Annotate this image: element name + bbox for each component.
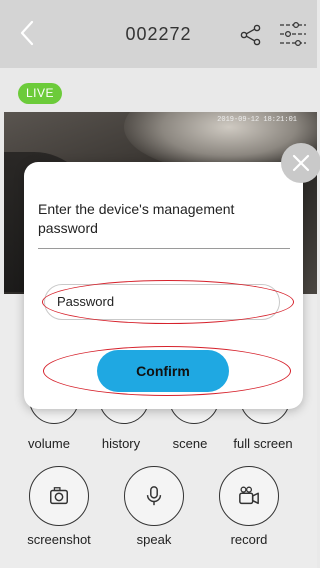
video-timestamp: 2019-09-12 18:21:01 xyxy=(217,116,297,124)
share-icon[interactable] xyxy=(240,24,262,46)
top-bar: 002272 xyxy=(0,0,317,68)
microphone-icon xyxy=(146,486,162,506)
close-button[interactable] xyxy=(281,143,320,183)
dialog-message: Enter the device's management password xyxy=(38,201,235,236)
password-dialog: Enter the device's management password P… xyxy=(24,162,303,409)
microphone-icon-button[interactable] xyxy=(124,466,184,526)
page-title: 002272 xyxy=(125,24,192,44)
camera-icon-button[interactable] xyxy=(29,466,89,526)
close-icon xyxy=(292,154,310,172)
control-label: full screen xyxy=(233,436,293,451)
video-camera-icon-button[interactable] xyxy=(219,466,279,526)
confirm-button[interactable]: Confirm xyxy=(97,350,229,392)
live-badge: LIVE xyxy=(18,83,62,104)
sliders-icon[interactable] xyxy=(278,20,308,48)
video-camera-icon xyxy=(239,486,259,505)
password-input[interactable]: Password xyxy=(44,284,280,320)
divider xyxy=(38,248,290,249)
control-label: record xyxy=(230,532,268,547)
control-label: speak xyxy=(136,532,172,547)
camera-icon xyxy=(50,487,68,505)
control-label: screenshot xyxy=(27,532,91,547)
